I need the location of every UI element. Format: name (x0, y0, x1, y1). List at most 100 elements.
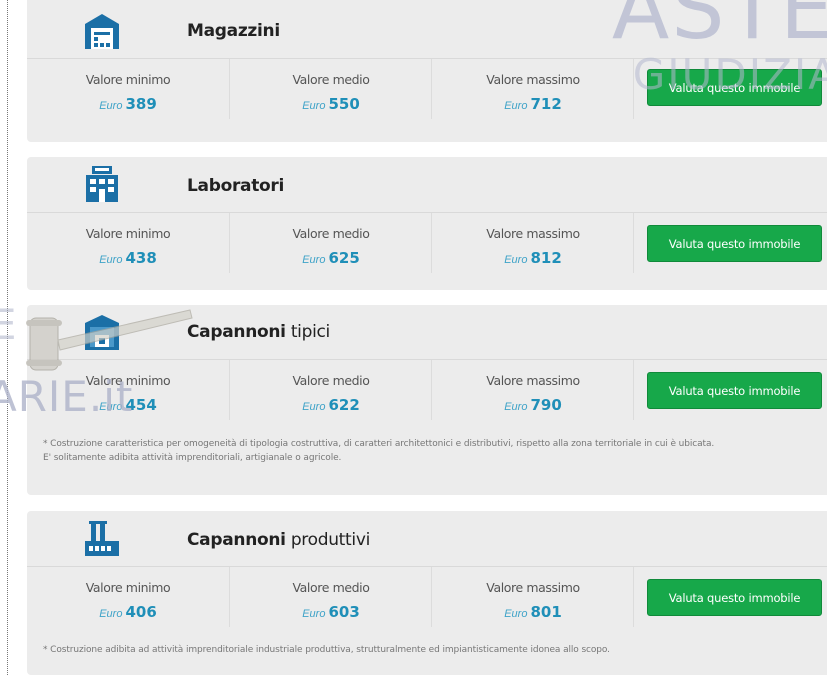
stat-max-value: Euro 712 (432, 95, 634, 114)
valuta-button[interactable]: Valuta questo immobile (647, 372, 822, 409)
stat-max-label: Valore massimo (486, 373, 580, 388)
stats-row: Valore minimo Euro 406 Valore medio Euro 6… (27, 567, 827, 635)
currency-label: Euro (302, 608, 326, 620)
stat-max-value: Euro 812 (432, 249, 634, 268)
stat-min-label: Valore minimo (85, 580, 171, 595)
footnote: * Costruzione caratteristica per omogene… (43, 437, 817, 465)
stat-min-label: Valore minimo (85, 226, 171, 241)
value-number: 454 (125, 396, 157, 414)
currency-label: Euro (504, 100, 528, 112)
footnote-line: * Costruzione adibita ad attività impren… (43, 645, 610, 655)
card-magazzini: Magazzini Valore minimo Euro 389 Valore m… (27, 0, 827, 142)
frame-border (7, 0, 8, 675)
card-title: Laboratori (187, 176, 284, 196)
stat-avg: Valore medio Euro 603 (229, 567, 432, 627)
valuta-button[interactable]: Valuta questo immobile (647, 69, 822, 106)
value-number: 712 (530, 95, 562, 113)
stat-min: Valore minimo Euro 389 (27, 59, 229, 119)
stat-avg-label: Valore medio (292, 580, 370, 595)
stat-avg-value: Euro 603 (230, 603, 432, 622)
stat-avg-value: Euro 625 (230, 249, 432, 268)
title-light: tipici (290, 322, 330, 342)
value-number: 812 (530, 249, 562, 267)
stat-max: Valore massimo Euro 801 (431, 567, 634, 627)
stat-min: Valore minimo Euro 454 (27, 360, 229, 420)
value-number: 550 (328, 95, 360, 113)
stat-avg-label: Valore medio (292, 72, 370, 87)
stat-max-label: Valore massimo (486, 580, 580, 595)
stat-min: Valore minimo Euro 438 (27, 213, 229, 273)
stat-max: Valore massimo Euro 812 (431, 213, 634, 273)
stats-row: Valore minimo Euro 438 Valore medio Euro 6… (27, 213, 827, 281)
divider (633, 59, 634, 119)
stats-row: Valore minimo Euro 389 Valore medio Euro 5… (27, 59, 827, 127)
value-number: 790 (530, 396, 562, 414)
stat-avg: Valore medio Euro 550 (229, 59, 432, 119)
currency-label: Euro (504, 254, 528, 266)
card-capannoni-produttivi: Capannoni produttivi Valore minimo Euro 4… (27, 511, 827, 675)
stat-avg: Valore medio Euro 625 (229, 213, 432, 273)
stat-min-value: Euro 406 (27, 603, 229, 622)
watermark-fragment: E (0, 300, 17, 349)
stat-min-value: Euro 454 (27, 396, 229, 415)
footnote-line: * Costruzione caratteristica per omogene… (43, 439, 715, 449)
value-number: 603 (328, 603, 360, 621)
stat-min-value: Euro 389 (27, 95, 229, 114)
laboratory-icon (86, 166, 118, 202)
currency-label: Euro (99, 608, 123, 620)
stat-max-value: Euro 801 (432, 603, 634, 622)
value-number: 389 (125, 95, 157, 113)
card-title: Capannoni tipici (187, 322, 330, 342)
stat-avg-label: Valore medio (292, 373, 370, 388)
card-header: Magazzini (27, 0, 827, 59)
divider (633, 567, 634, 627)
value-number: 406 (125, 603, 157, 621)
currency-label: Euro (302, 100, 326, 112)
title-bold: Capannoni (187, 530, 286, 550)
valuta-button[interactable]: Valuta questo immobile (647, 579, 822, 616)
divider (633, 360, 634, 420)
title-bold: Capannoni (187, 322, 286, 342)
stat-min: Valore minimo Euro 406 (27, 567, 229, 627)
stat-avg-value: Euro 550 (230, 95, 432, 114)
stats-row: Valore minimo Euro 454 Valore medio Euro 6… (27, 360, 827, 428)
currency-label: Euro (99, 254, 123, 266)
title-bold: Magazzini (187, 21, 280, 41)
stat-min-value: Euro 438 (27, 249, 229, 268)
stat-min-label: Valore minimo (85, 373, 171, 388)
title-light: produttivi (290, 530, 371, 550)
stat-max: Valore massimo Euro 790 (431, 360, 634, 420)
currency-label: Euro (99, 401, 123, 413)
stat-max: Valore massimo Euro 712 (431, 59, 634, 119)
stat-max-label: Valore massimo (486, 72, 580, 87)
value-number: 625 (328, 249, 360, 267)
value-number: 622 (328, 396, 360, 414)
currency-label: Euro (99, 100, 123, 112)
stat-max-label: Valore massimo (486, 226, 580, 241)
card-header: Capannoni tipici (27, 305, 827, 360)
card-header: Capannoni produttivi (27, 511, 827, 567)
card-title: Capannoni produttivi (187, 530, 370, 550)
currency-label: Euro (504, 401, 528, 413)
card-laboratori: Laboratori Valore minimo Euro 438 Valore … (27, 157, 827, 290)
valuta-button[interactable]: Valuta questo immobile (647, 225, 822, 262)
stat-min-label: Valore minimo (85, 72, 171, 87)
divider (633, 213, 634, 273)
stat-max-value: Euro 790 (432, 396, 634, 415)
currency-label: Euro (302, 401, 326, 413)
stat-avg-label: Valore medio (292, 226, 370, 241)
title-bold: Laboratori (187, 176, 285, 196)
factory-icon (85, 521, 119, 556)
card-title: Magazzini (187, 21, 280, 41)
value-number: 801 (530, 603, 562, 621)
footnote-line: E' solitamente adibita attività imprendi… (43, 453, 342, 463)
stat-avg: Valore medio Euro 622 (229, 360, 432, 420)
card-header: Laboratori (27, 157, 827, 213)
value-number: 438 (125, 249, 157, 267)
currency-label: Euro (504, 608, 528, 620)
card-capannoni-tipici: Capannoni tipici Valore minimo Euro 454 V… (27, 305, 827, 495)
shed-icon (85, 315, 119, 350)
stat-avg-value: Euro 622 (230, 396, 432, 415)
warehouse-icon (85, 14, 119, 49)
currency-label: Euro (302, 254, 326, 266)
